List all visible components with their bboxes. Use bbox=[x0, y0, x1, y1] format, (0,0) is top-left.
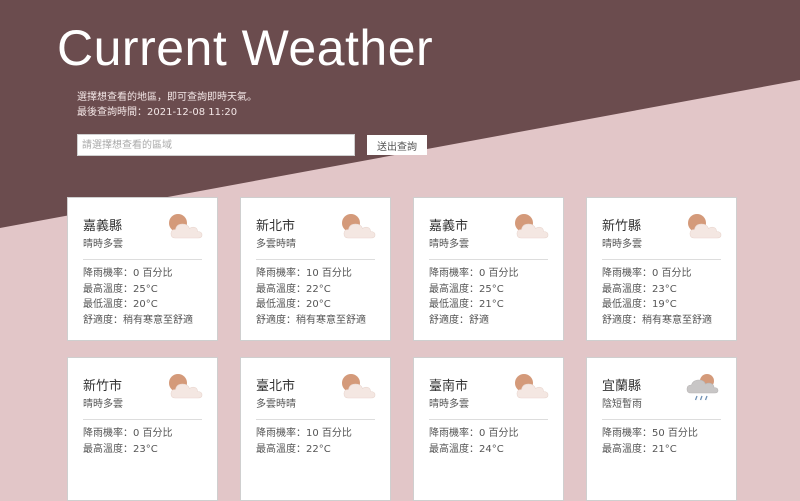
rain-probability: 降雨機率：0 百分比 bbox=[83, 428, 173, 439]
min-temperature: 最低溫度：21°C bbox=[429, 299, 504, 310]
rain-probability: 降雨機率：0 百分比 bbox=[83, 268, 173, 279]
page-title: Current Weather bbox=[57, 20, 434, 76]
weather-details: 降雨機率：0 百分比 最高溫度：25°C 最低溫度：20°C 舒適度：稍有寒意至… bbox=[83, 266, 193, 328]
partly-cloudy-icon bbox=[685, 212, 723, 242]
partly-cloudy-icon bbox=[512, 372, 550, 402]
last-query-time: 最後查詢時間：2021-12-08 11:20 bbox=[77, 107, 238, 118]
partly-cloudy-icon bbox=[339, 372, 377, 402]
city-name: 臺南市 bbox=[429, 379, 469, 394]
comfort-level: 舒適度：稍有寒意至舒適 bbox=[83, 314, 193, 326]
weather-card: 臺北市 多雲時晴 降雨機率：10 百分比 最高溫度：22°C bbox=[240, 357, 391, 501]
divider bbox=[256, 259, 375, 260]
max-temperature: 最高溫度：22°C bbox=[256, 283, 331, 295]
city-name: 新竹市 bbox=[83, 379, 123, 394]
comfort-level: 舒適度：稍有寒意至舒適 bbox=[602, 314, 712, 326]
weather-details: 降雨機率：0 百分比 最高溫度：23°C bbox=[83, 426, 173, 457]
divider bbox=[256, 419, 375, 420]
submit-query-button[interactable]: 送出查詢 bbox=[367, 135, 427, 155]
city-name: 臺北市 bbox=[256, 379, 296, 394]
weather-details: 降雨機率：0 百分比 最高溫度：23°C 最低溫度：19°C 舒適度：稍有寒意至… bbox=[602, 266, 712, 328]
rain-probability: 降雨機率：0 百分比 bbox=[429, 428, 519, 439]
divider bbox=[83, 259, 202, 260]
city-name: 新竹縣 bbox=[602, 219, 642, 234]
weather-card: 新竹市 晴時多雲 降雨機率：0 百分比 最高溫度：23°C bbox=[67, 357, 218, 501]
rain-probability: 降雨機率：0 百分比 bbox=[602, 268, 692, 279]
max-temperature: 最高溫度：25°C bbox=[83, 283, 158, 295]
comfort-level: 舒適度：舒適 bbox=[429, 314, 489, 326]
weather-card: 嘉義市 晴時多雲 降雨機率：0 百分比 最高溫度：25°C 最低溫度：21°C … bbox=[413, 197, 564, 341]
partly-cloudy-icon bbox=[512, 212, 550, 242]
search-bar: 送出查詢 bbox=[77, 134, 427, 156]
partly-cloudy-icon bbox=[166, 372, 204, 402]
description-text: 選擇想查看的地區，即可查詢即時天氣。 bbox=[77, 92, 257, 103]
rain-probability: 降雨機率：0 百分比 bbox=[429, 268, 519, 279]
weather-card: 新北市 多雲時晴 降雨機率：10 百分比 最高溫度：22°C 最低溫度：20°C… bbox=[240, 197, 391, 341]
max-temperature: 最高溫度：25°C bbox=[429, 283, 504, 295]
weather-card: 嘉義縣 晴時多雲 降雨機率：0 百分比 最高溫度：25°C 最低溫度：20°C … bbox=[67, 197, 218, 341]
description: 選擇想查看的地區，即可查詢即時天氣。 最後查詢時間：2021-12-08 11:… bbox=[77, 90, 257, 120]
weather-condition: 晴時多雲 bbox=[429, 239, 469, 250]
min-temperature: 最低溫度：20°C bbox=[256, 299, 331, 310]
weather-details: 降雨機率：0 百分比 最高溫度：24°C bbox=[429, 426, 519, 457]
rain-probability: 降雨機率：50 百分比 bbox=[602, 428, 698, 439]
weather-details: 降雨機率：0 百分比 最高溫度：25°C 最低溫度：21°C 舒適度：舒適 bbox=[429, 266, 519, 328]
weather-condition: 晴時多雲 bbox=[602, 239, 642, 250]
rain-probability: 降雨機率：10 百分比 bbox=[256, 268, 352, 279]
min-temperature: 最低溫度：20°C bbox=[83, 299, 158, 310]
partly-cloudy-icon bbox=[339, 212, 377, 242]
weather-condition: 晴時多雲 bbox=[83, 399, 123, 410]
weather-details: 降雨機率：10 百分比 最高溫度：22°C 最低溫度：20°C 舒適度：稍有寒意… bbox=[256, 266, 366, 328]
weather-card: 臺南市 晴時多雲 降雨機率：0 百分比 最高溫度：24°C bbox=[413, 357, 564, 501]
weather-condition: 晴時多雲 bbox=[83, 239, 123, 250]
divider bbox=[429, 259, 548, 260]
comfort-level: 舒適度：稍有寒意至舒適 bbox=[256, 314, 366, 326]
city-name: 嘉義市 bbox=[429, 219, 469, 234]
weather-condition: 陰短暫雨 bbox=[602, 399, 642, 410]
weather-details: 降雨機率：10 百分比 最高溫度：22°C bbox=[256, 426, 352, 457]
weather-card: 宜蘭縣 陰短暫雨 降雨機率：50 百分比 最高溫度：21°C bbox=[586, 357, 737, 501]
partly-cloudy-icon bbox=[166, 212, 204, 242]
city-name: 嘉義縣 bbox=[83, 219, 123, 234]
rain-cloud-icon bbox=[685, 372, 723, 402]
divider bbox=[602, 419, 721, 420]
city-name: 宜蘭縣 bbox=[602, 379, 642, 394]
divider bbox=[83, 419, 202, 420]
rain-probability: 降雨機率：10 百分比 bbox=[256, 428, 352, 439]
region-input[interactable] bbox=[77, 134, 355, 156]
header: Current Weather bbox=[57, 16, 433, 80]
weather-card: 新竹縣 晴時多雲 降雨機率：0 百分比 最高溫度：23°C 最低溫度：19°C … bbox=[586, 197, 737, 341]
divider bbox=[602, 259, 721, 260]
city-name: 新北市 bbox=[256, 219, 296, 234]
divider bbox=[429, 419, 548, 420]
max-temperature: 最高溫度：23°C bbox=[602, 283, 677, 295]
min-temperature: 最低溫度：19°C bbox=[602, 299, 677, 310]
weather-condition: 多雲時晴 bbox=[256, 239, 296, 250]
weather-condition: 多雲時晴 bbox=[256, 399, 296, 410]
weather-details: 降雨機率：50 百分比 最高溫度：21°C bbox=[602, 426, 698, 457]
weather-condition: 晴時多雲 bbox=[429, 399, 469, 410]
